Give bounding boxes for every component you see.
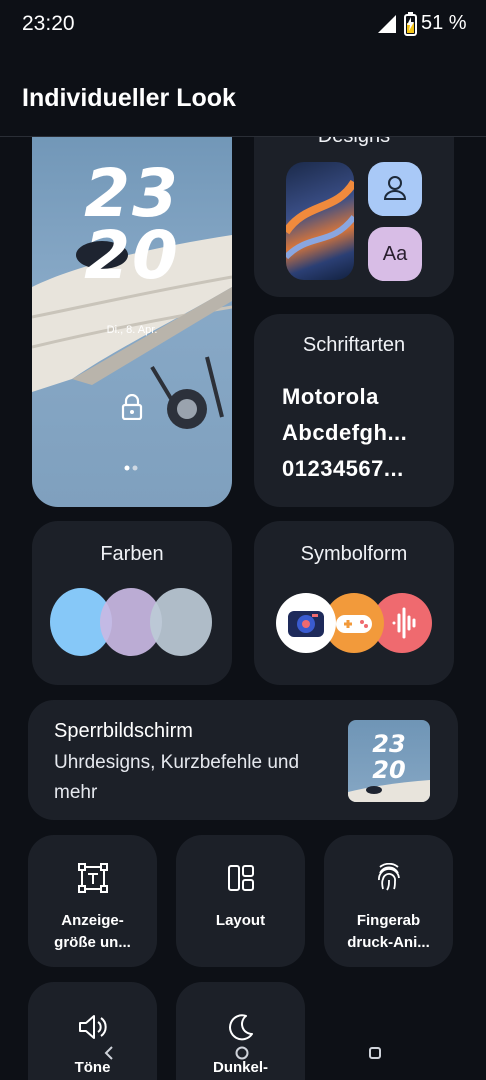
tile-fingerprint-label: Fingerab druck-Ani... bbox=[347, 912, 430, 951]
design-wallpaper-thumb bbox=[286, 162, 354, 280]
page-indicator bbox=[124, 465, 138, 471]
fingerprint-icon bbox=[377, 863, 400, 891]
status-time: 23:20 bbox=[22, 12, 75, 35]
page-title: Individueller Look bbox=[22, 84, 236, 112]
status-bar: 23:20 51 % bbox=[0, 0, 486, 50]
app-icon-camera bbox=[276, 593, 336, 653]
display-size-icon bbox=[77, 863, 108, 893]
home-icon[interactable] bbox=[234, 1045, 250, 1061]
lockscreen-description: Uhrdesigns, Kurzbefehle und mehr bbox=[54, 752, 300, 803]
tile-display-size-label: Anzeige- größe un... bbox=[54, 912, 131, 951]
design-font-badge: Aa bbox=[368, 227, 422, 281]
tile-display-size[interactable]: Anzeige- größe un... bbox=[28, 835, 157, 967]
user-icon bbox=[383, 176, 407, 200]
fonts-title: Schriftarten bbox=[302, 334, 406, 356]
tile-fingerprint[interactable]: Fingerab druck-Ani... bbox=[324, 835, 453, 967]
colors-title: Farben bbox=[100, 543, 164, 565]
designs-title: Designs bbox=[254, 137, 454, 148]
content-scroll[interactable]: 23 20 Di., 8. Apr. Designs Aa bbox=[0, 137, 486, 1080]
icon-shape-title: Symbolform bbox=[300, 543, 408, 565]
preview-clock-minute: 20 bbox=[84, 217, 180, 294]
battery-percent: 51 % bbox=[421, 12, 467, 34]
fonts-card[interactable]: Schriftarten Motorola Abcdefgh... 012345… bbox=[254, 314, 454, 507]
signal-icon bbox=[378, 15, 396, 33]
battery-icon bbox=[404, 12, 417, 36]
colors-card[interactable]: Farben bbox=[32, 521, 232, 685]
preview-date: Di., 8. Apr. bbox=[106, 324, 158, 336]
lockscreen-thumbnail: 23 20 bbox=[348, 720, 430, 802]
recents-icon[interactable] bbox=[367, 1045, 383, 1061]
color-swatch-3 bbox=[150, 588, 212, 656]
lockscreen-card[interactable]: Sperrbildschirm Uhrdesigns, Kurzbefehle … bbox=[28, 700, 458, 820]
font-sample-1: Motorola bbox=[282, 384, 379, 409]
lock-icon bbox=[121, 394, 143, 420]
thumb-airplane bbox=[348, 780, 430, 802]
lockscreen-title: Sperrbildschirm bbox=[54, 720, 193, 742]
navigation-bar bbox=[0, 1030, 486, 1080]
layout-icon bbox=[227, 865, 254, 891]
app-bar: Individueller Look bbox=[0, 60, 486, 137]
font-sample-2: Abcdefgh... bbox=[282, 420, 408, 445]
designs-card[interactable]: Designs Aa bbox=[254, 137, 454, 297]
font-sample-3: 01234567... bbox=[282, 456, 404, 481]
back-icon[interactable] bbox=[102, 1044, 116, 1062]
icon-shape-card[interactable]: Symbolform bbox=[254, 521, 454, 685]
camera-icon bbox=[288, 611, 324, 637]
tile-layout[interactable]: Layout bbox=[176, 835, 305, 967]
design-user-badge bbox=[368, 162, 422, 216]
wallpaper-preview[interactable]: 23 20 Di., 8. Apr. bbox=[32, 137, 232, 507]
tile-layout-label: Layout bbox=[215, 912, 266, 929]
